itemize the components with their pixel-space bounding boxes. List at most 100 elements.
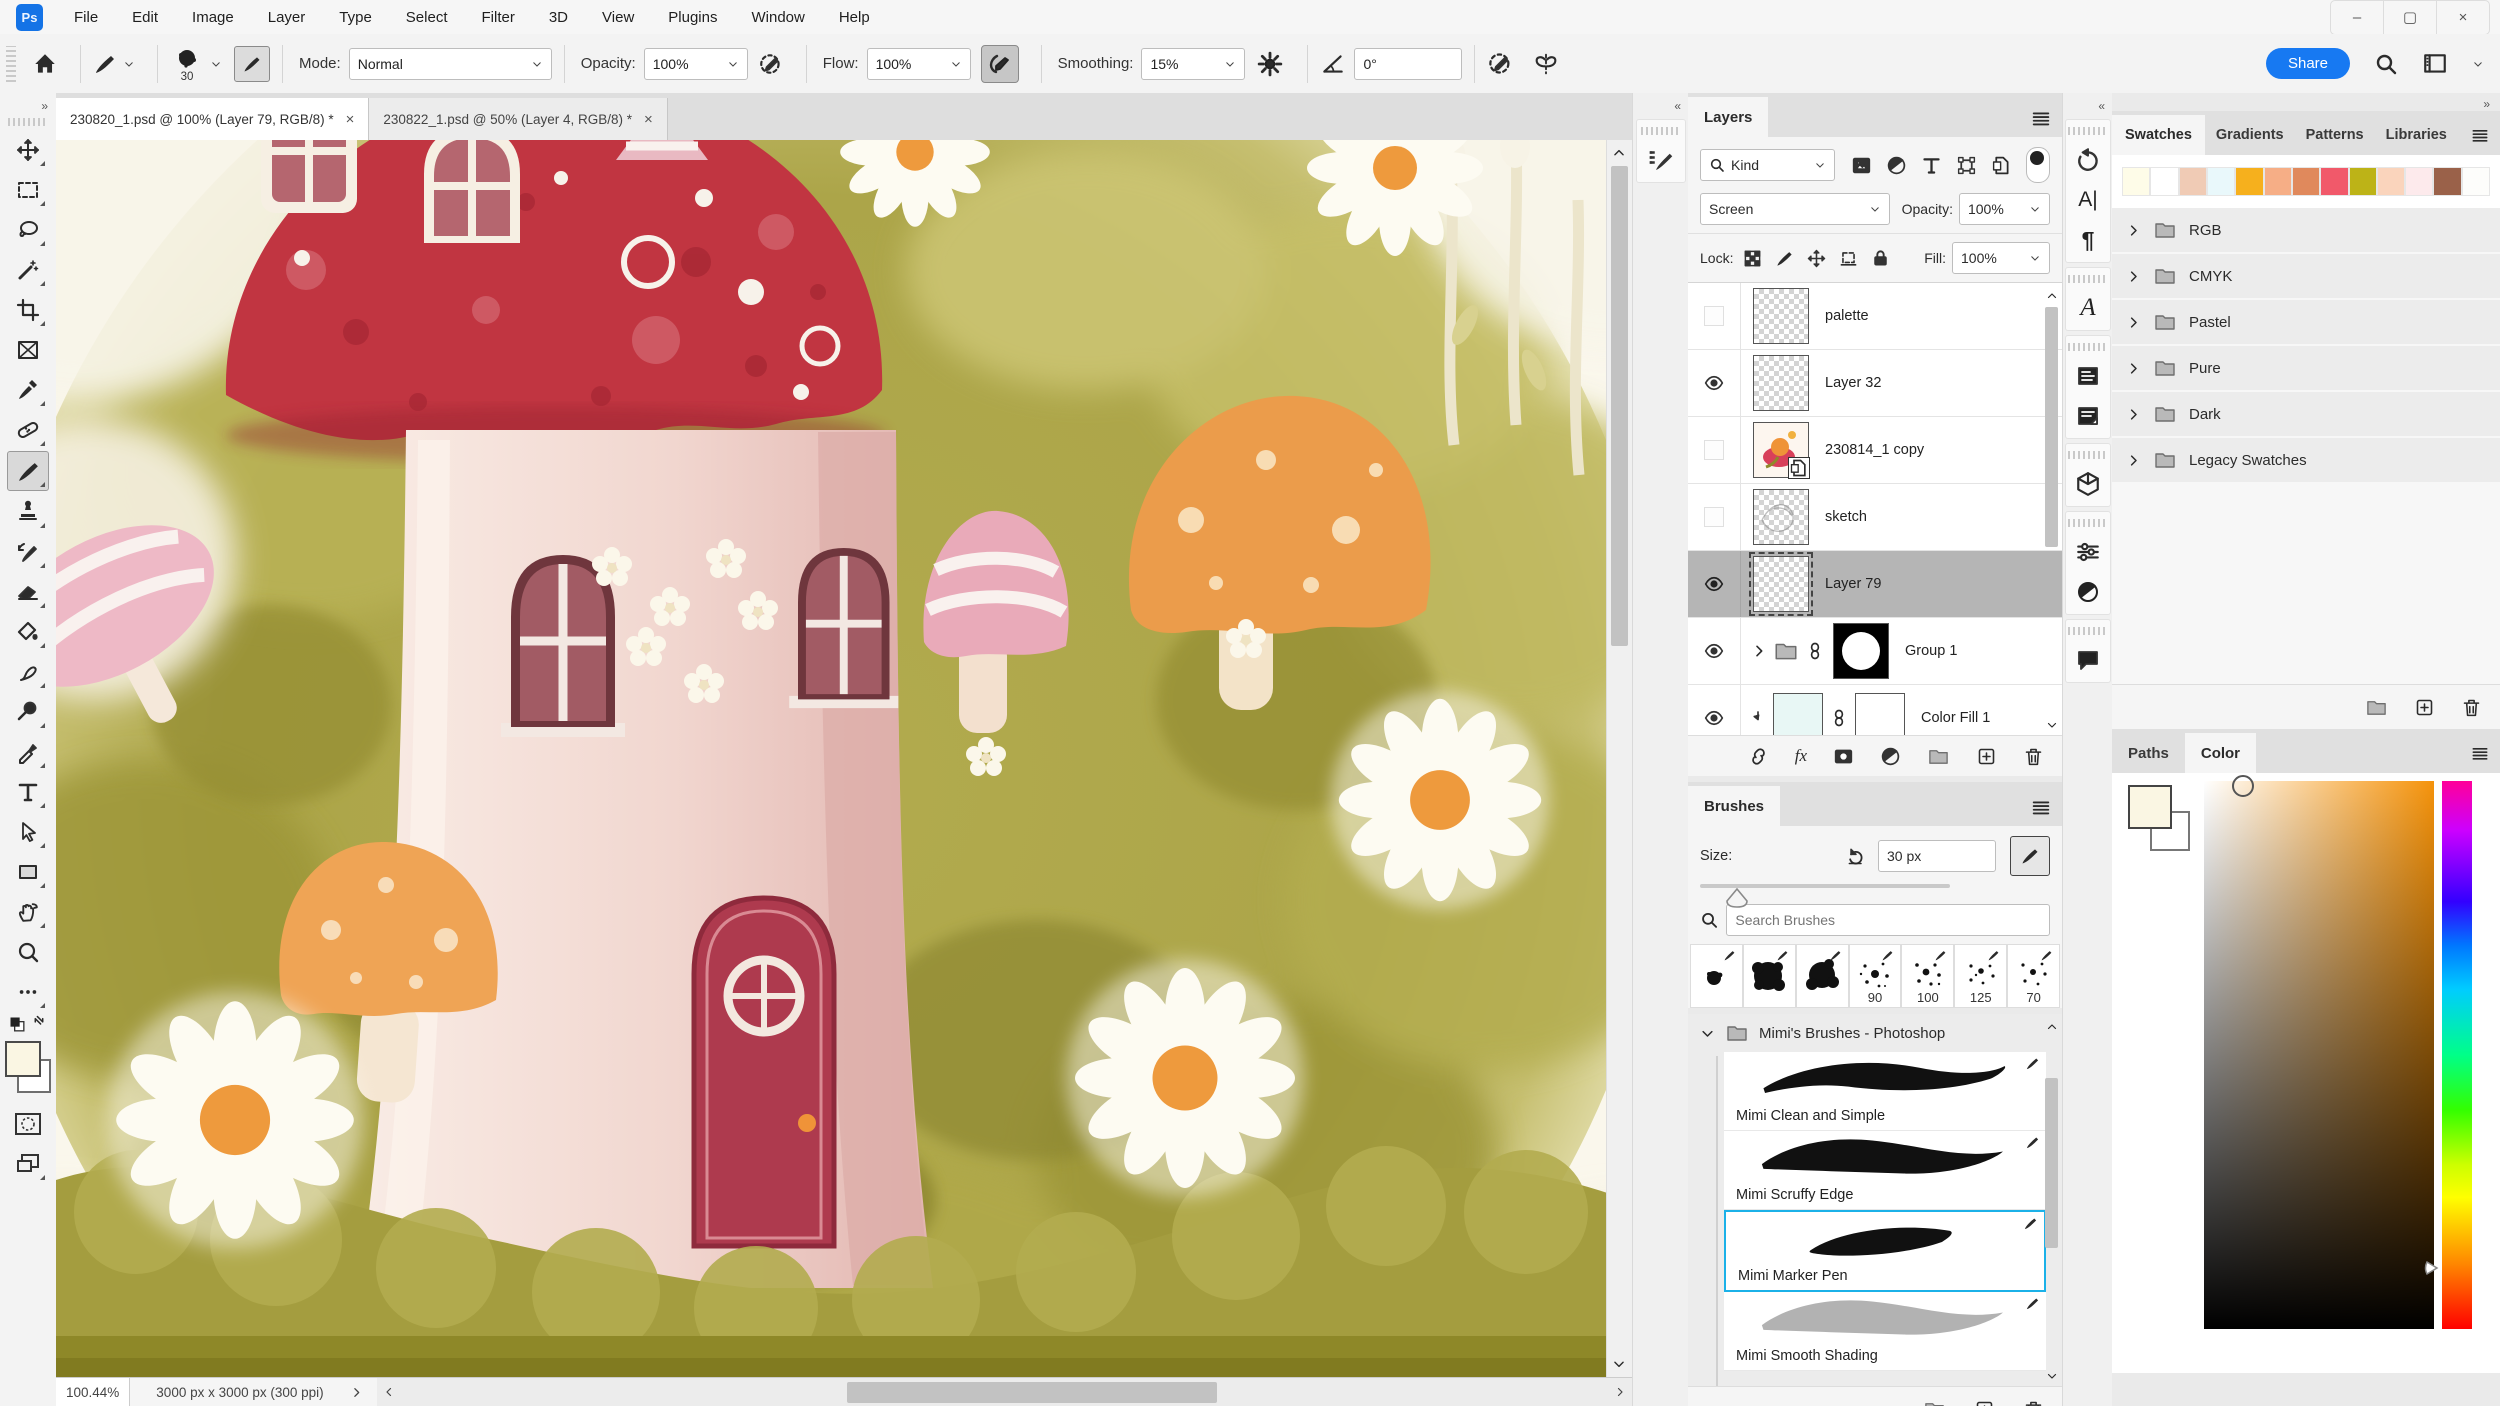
paragraph-styles-panel-icon[interactable] — [2066, 396, 2110, 436]
brush-settings-panel-icon[interactable] — [1637, 140, 1685, 180]
layer-thumbnail[interactable] — [1753, 355, 1809, 411]
menu-3d[interactable]: 3D — [532, 0, 585, 34]
color-tab[interactable]: Color — [2185, 733, 2256, 773]
recent-brush-tile[interactable] — [1743, 944, 1796, 1008]
brush-item-scruffy-edge[interactable]: Mimi Scruffy Edge — [1724, 1131, 2046, 1210]
shape-tool[interactable] — [8, 853, 48, 891]
new-swatch-icon[interactable] — [2414, 697, 2435, 718]
brush-size-slider[interactable] — [1688, 876, 2062, 892]
window-maximize-button[interactable]: ▢ — [2383, 1, 2437, 34]
color-field-cursor[interactable] — [2232, 775, 2254, 797]
new-adjustment-layer-icon[interactable] — [1880, 746, 1901, 767]
toolbar-drag-handle[interactable] — [8, 118, 48, 126]
brush-settings-panel-toggle[interactable] — [234, 46, 270, 82]
eraser-tool[interactable] — [8, 573, 48, 611]
layer-row-layer79-selected[interactable]: Layer 79 — [1688, 551, 2062, 618]
3d-panel-icon[interactable] — [2066, 464, 2110, 504]
menu-type[interactable]: Type — [322, 0, 389, 34]
vscroll-thumb[interactable] — [1611, 166, 1628, 646]
mask-thumbnail[interactable] — [1855, 693, 1905, 735]
layer-thumbnail[interactable] — [1753, 422, 1809, 478]
history-panel-icon[interactable] — [2066, 140, 2110, 180]
type-tool[interactable] — [8, 773, 48, 811]
toolbar-collapse-icon[interactable]: » — [0, 93, 56, 113]
quick-mask-button[interactable] — [8, 1105, 48, 1143]
recent-brush-tile[interactable]: 125 — [1954, 944, 2007, 1008]
swatch-color[interactable] — [2320, 167, 2348, 196]
swatch-folder-pastel[interactable]: Pastel — [2112, 300, 2500, 346]
color-menu-icon[interactable] — [2470, 743, 2490, 763]
filter-adjustment-layers-icon[interactable] — [1886, 155, 1907, 176]
new-group-icon[interactable] — [1927, 745, 1950, 768]
layer-row-palette[interactable]: palette — [1688, 283, 2062, 350]
glyphs-panel-icon[interactable]: A — [2066, 288, 2110, 328]
scroll-right-icon[interactable] — [1614, 1386, 1626, 1398]
object-selection-tool[interactable] — [8, 251, 48, 289]
scroll-left-icon[interactable] — [383, 1386, 395, 1398]
pen-tool[interactable] — [8, 733, 48, 771]
brush-size-field[interactable]: 30 px — [1878, 840, 1996, 872]
brush-list-scrollbar[interactable] — [2044, 1018, 2060, 1382]
search-brushes-input[interactable] — [1726, 904, 2050, 936]
menu-plugins[interactable]: Plugins — [651, 0, 734, 34]
dodge-tool[interactable] — [8, 693, 48, 731]
lasso-tool[interactable] — [8, 211, 48, 249]
symmetry-butterfly-icon[interactable] — [1532, 50, 1560, 78]
blend-mode-layers-select[interactable]: Screen — [1700, 193, 1890, 225]
scroll-up-icon[interactable] — [1612, 146, 1626, 160]
edit-toolbar-ellipsis[interactable] — [8, 973, 48, 1011]
swatch-color[interactable] — [2292, 167, 2320, 196]
menu-help[interactable]: Help — [822, 0, 887, 34]
pressure-opacity-icon[interactable] — [758, 51, 784, 77]
smudge-tool[interactable] — [8, 653, 48, 691]
libraries-tab[interactable]: Libraries — [2375, 115, 2458, 155]
scroll-up-icon[interactable] — [2046, 1021, 2058, 1033]
paths-tab[interactable]: Paths — [2112, 733, 2185, 773]
brushes-panel-menu-icon[interactable] — [2030, 796, 2052, 818]
pressure-size-icon[interactable] — [1487, 50, 1514, 77]
chevron-right-icon[interactable] — [2126, 223, 2141, 238]
swatch-color[interactable] — [2349, 167, 2377, 196]
layer-filter-kind-select[interactable]: Kind — [1700, 149, 1835, 181]
canvas-vertical-scrollbar[interactable] — [1606, 140, 1633, 1377]
flow-select[interactable]: 100% — [867, 48, 971, 80]
recent-brush-tile[interactable]: 90 — [1849, 944, 1902, 1008]
brush-angle-input[interactable]: 0° — [1354, 48, 1462, 80]
workspace-switcher-icon[interactable] — [2422, 51, 2448, 77]
add-mask-icon[interactable] — [1833, 746, 1854, 767]
layer-name[interactable]: 230814_1 copy — [1825, 442, 1924, 458]
comments-panel-icon[interactable] — [2066, 640, 2110, 680]
swatch-color[interactable] — [2377, 167, 2405, 196]
recent-brush-tile[interactable]: 70 — [2007, 944, 2060, 1008]
visibility-toggle[interactable] — [1688, 685, 1741, 735]
photoshop-logo[interactable]: Ps — [16, 4, 43, 31]
tab-close-icon[interactable]: × — [346, 111, 355, 128]
menu-filter[interactable]: Filter — [465, 0, 532, 34]
scroll-down-icon[interactable] — [1612, 1357, 1626, 1371]
properties-panel-icon[interactable] — [2066, 532, 2110, 572]
new-layer-icon[interactable] — [1976, 746, 1997, 767]
canvas-artwork[interactable] — [56, 140, 1632, 1377]
window-close-button[interactable]: × — [2437, 1, 2489, 34]
layer-name[interactable]: Group 1 — [1905, 643, 1957, 659]
zoom-level-field[interactable]: 100.44% — [56, 1378, 130, 1406]
delete-brush-icon[interactable] — [2023, 1399, 2044, 1406]
new-brush-group-icon[interactable] — [1923, 1398, 1946, 1406]
home-icon[interactable] — [32, 51, 58, 77]
frame-tool[interactable] — [8, 331, 48, 369]
canvas-horizontal-scrollbar[interactable] — [377, 1378, 1632, 1406]
strip-expand-icon[interactable]: « — [1633, 93, 1689, 115]
document-tab-inactive[interactable]: 230822_1.psd @ 50% (Layer 4, RGB/8) * × — [369, 98, 667, 140]
menu-window[interactable]: Window — [734, 0, 821, 34]
document-tab-active[interactable]: 230820_1.psd @ 100% (Layer 79, RGB/8) * … — [56, 98, 369, 140]
smoothing-select[interactable]: 15% — [1141, 48, 1245, 80]
menu-image[interactable]: Image — [175, 0, 251, 34]
layer-name[interactable]: Layer 32 — [1825, 375, 1881, 391]
lock-all-icon[interactable] — [1871, 249, 1890, 268]
brush-folder-button[interactable] — [2010, 836, 2050, 876]
tab-close-icon[interactable]: × — [644, 111, 653, 128]
chevron-right-icon[interactable] — [2126, 407, 2141, 422]
screen-mode-button[interactable] — [8, 1145, 48, 1183]
lock-transparent-pixels-icon[interactable] — [1743, 249, 1762, 268]
workspace-chevron-icon[interactable] — [2472, 58, 2484, 70]
